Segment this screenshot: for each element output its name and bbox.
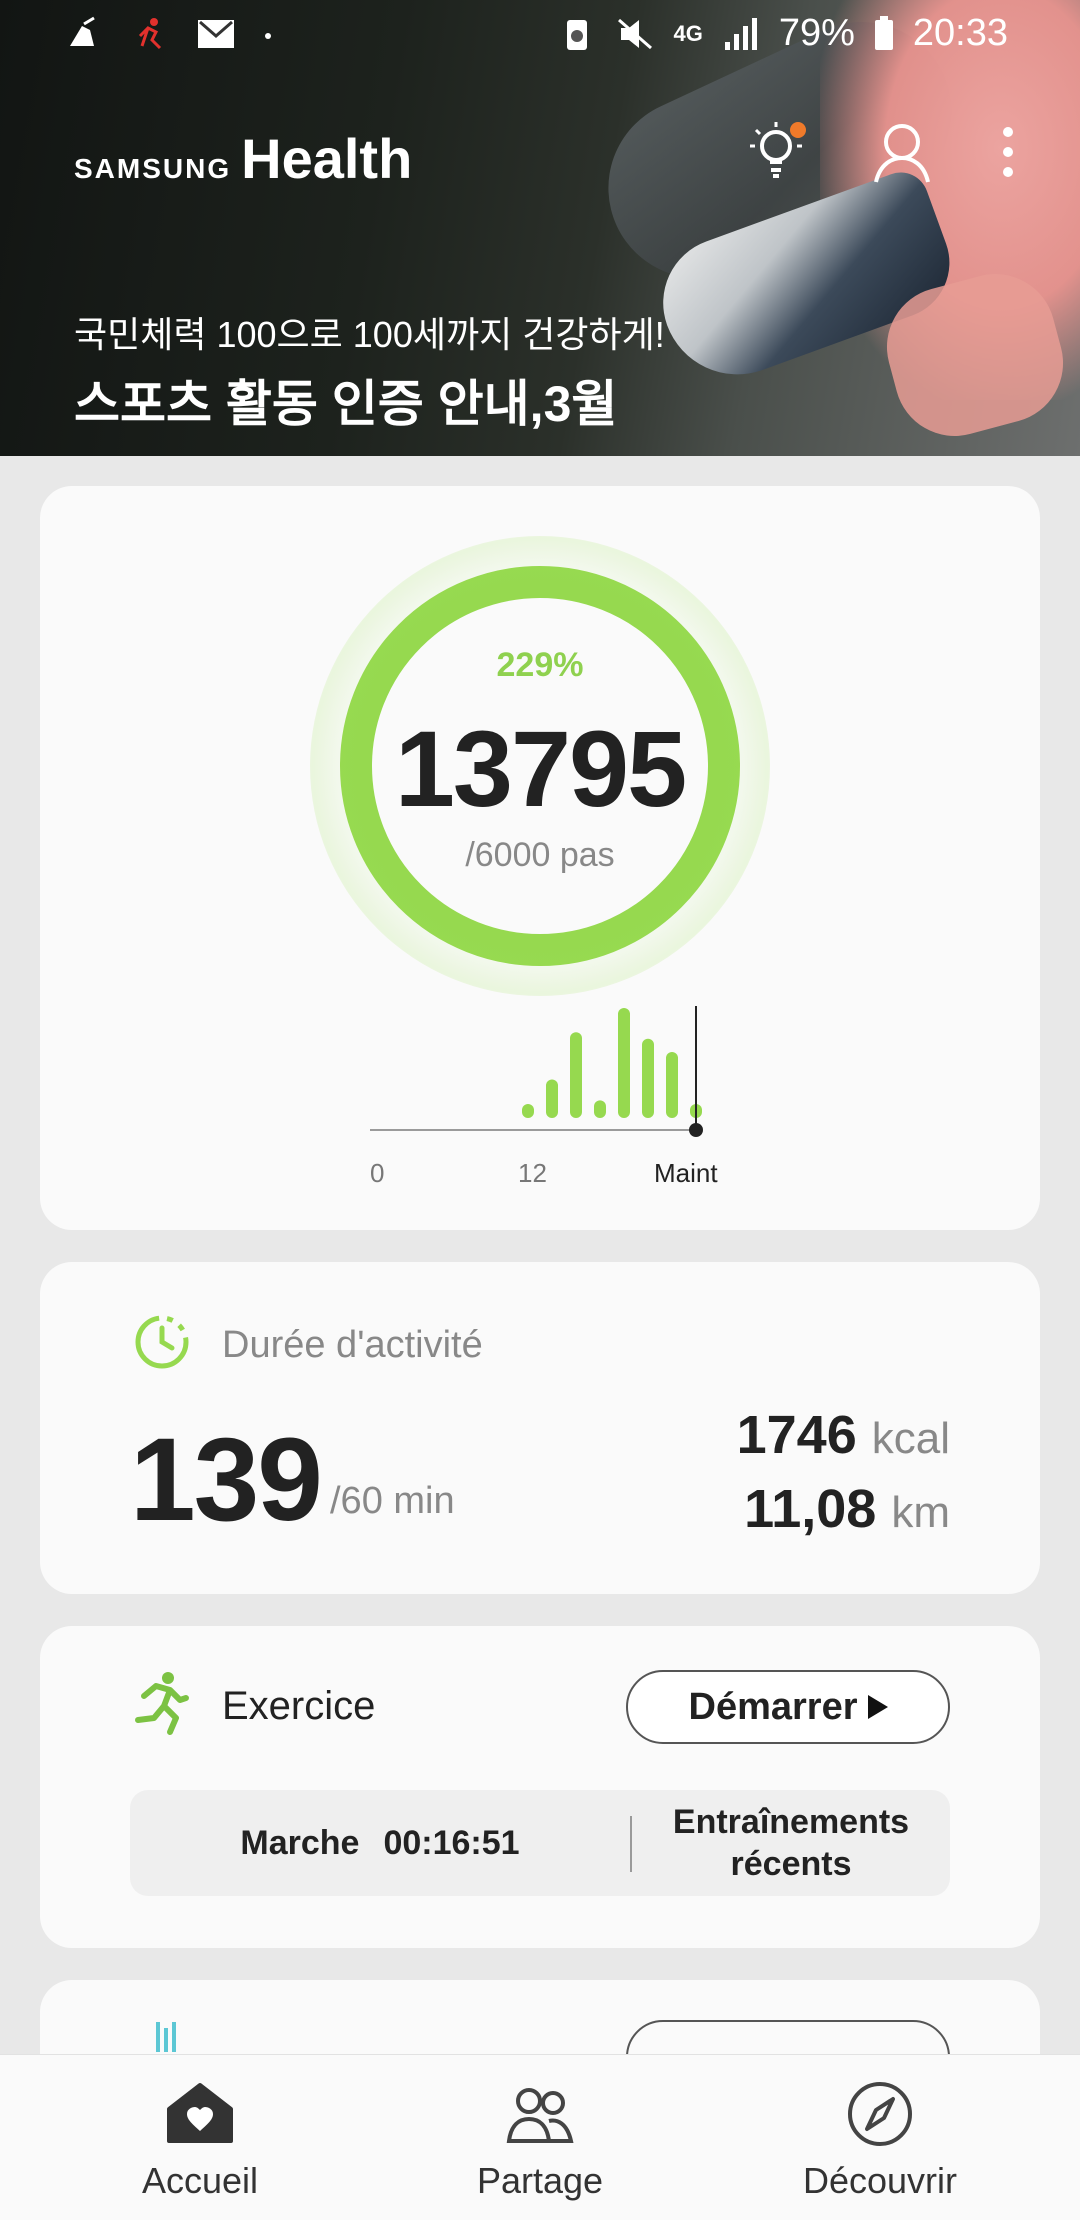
promo-subtitle: 국민체력 100으로 100세까지 건강하게! bbox=[74, 314, 665, 355]
exercise-card[interactable]: Exercice Démarrer Marche 00:16:51 Entraî… bbox=[40, 1626, 1040, 1948]
activity-minutes: 139 bbox=[130, 1414, 323, 1546]
clock: 20:33 bbox=[912, 12, 1008, 54]
mail-icon bbox=[198, 20, 234, 48]
now-marker-dot bbox=[689, 1123, 703, 1137]
hourly-bar bbox=[546, 1079, 558, 1118]
recent-exercise-bar: Marche 00:16:51 Entraînements récents bbox=[130, 1790, 950, 1896]
battery-saver-icon bbox=[567, 19, 588, 50]
calories-value: 1746 bbox=[736, 1405, 857, 1465]
signal-icon bbox=[724, 17, 757, 50]
more-vert-icon bbox=[1003, 127, 1013, 177]
home-icon bbox=[167, 2083, 233, 2143]
bottom-navigation: Accueil Partage Découvrir bbox=[0, 2054, 1080, 2220]
start-label: Démarrer bbox=[688, 1685, 858, 1728]
steps-percent: 229% bbox=[496, 646, 584, 684]
status-bar: 4G 79% 20:33 bbox=[0, 0, 1080, 70]
compass-icon bbox=[848, 2082, 912, 2146]
mute-icon bbox=[618, 18, 653, 49]
steps-goal: /6000 pas bbox=[465, 836, 615, 874]
tips-button[interactable] bbox=[744, 118, 808, 186]
food-icon bbox=[156, 2022, 176, 2052]
brand-health: Health bbox=[241, 127, 413, 190]
dot-icon bbox=[265, 33, 271, 39]
exercise-title: Exercice bbox=[222, 1684, 376, 1728]
last-workout-duration: 00:16:51 bbox=[383, 1823, 520, 1862]
last-workout-type: Marche bbox=[240, 1823, 360, 1862]
promo-banner[interactable]: 4G 79% 20:33 SAMSUNG Health 국민체력 100으로 1… bbox=[0, 0, 1080, 456]
nav-home[interactable]: Accueil bbox=[70, 2079, 330, 2202]
app-logo: SAMSUNG Health bbox=[74, 126, 412, 191]
hourly-bar bbox=[642, 1038, 654, 1118]
activity-goal: /60 min bbox=[330, 1480, 455, 1522]
hourly-bar bbox=[570, 1032, 582, 1118]
promo-title: 스포츠 활동 인증 안내,3월 bbox=[74, 376, 618, 432]
people-icon bbox=[506, 2088, 574, 2143]
distance-value: 11,08 bbox=[744, 1479, 877, 1539]
steps-count: 13795 bbox=[394, 708, 687, 829]
steps-card[interactable]: 229% 13795 /6000 pas 0 12 Maint bbox=[40, 486, 1040, 1230]
steps-ring: 229% 13795 /6000 pas bbox=[310, 536, 770, 996]
nav-share-label: Partage bbox=[476, 2160, 604, 2201]
hourly-bar bbox=[522, 1104, 534, 1118]
activity-title: Durée d'activité bbox=[222, 1324, 483, 1366]
brand-samsung: SAMSUNG bbox=[74, 153, 232, 184]
promo-text: 국민체력 100으로 100세까지 건강하게! 스포츠 활동 인증 안내,3월 bbox=[74, 306, 665, 436]
hourly-bar bbox=[594, 1100, 606, 1118]
notification-badge bbox=[790, 122, 806, 138]
chart-axis-labels: 0 12 Maint bbox=[370, 1158, 750, 1198]
activity-card[interactable]: Durée d'activité 139 /60 min 1746 kcal 1… bbox=[40, 1262, 1040, 1594]
axis-label-mid: 12 bbox=[518, 1158, 547, 1188]
cleaner-icon bbox=[70, 16, 95, 46]
activity-stats: 1746 kcal 11,08 km bbox=[737, 1400, 950, 1548]
battery-icon bbox=[874, 15, 893, 50]
battery-percent: 79% bbox=[778, 12, 855, 54]
network-4g-icon: 4G bbox=[673, 20, 703, 46]
runner-icon bbox=[135, 1672, 189, 1735]
axis-label-start: 0 bbox=[370, 1158, 385, 1188]
profile-icon bbox=[874, 124, 930, 183]
hourly-bar bbox=[666, 1052, 678, 1118]
more-options-button[interactable] bbox=[996, 118, 1020, 186]
nav-share[interactable]: Partage bbox=[410, 2079, 670, 2202]
nav-discover-label: Découvrir bbox=[802, 2160, 958, 2201]
profile-button[interactable] bbox=[870, 118, 934, 186]
axis-label-now: Maint bbox=[654, 1158, 718, 1188]
recent-workouts-button[interactable]: Entraînements récents bbox=[632, 1790, 950, 1896]
activity-timer-icon bbox=[135, 1315, 189, 1369]
play-icon bbox=[867, 1695, 888, 1719]
calories-unit: kcal bbox=[871, 1414, 950, 1463]
nav-discover[interactable]: Découvrir bbox=[750, 2079, 1010, 2202]
hourly-bar bbox=[618, 1008, 630, 1118]
last-workout[interactable]: Marche 00:16:51 bbox=[130, 1790, 630, 1896]
distance-unit: km bbox=[891, 1488, 950, 1537]
runner-notification-icon bbox=[138, 18, 162, 50]
nav-home-label: Accueil bbox=[141, 2160, 259, 2201]
start-exercise-button[interactable]: Démarrer bbox=[626, 1670, 950, 1744]
